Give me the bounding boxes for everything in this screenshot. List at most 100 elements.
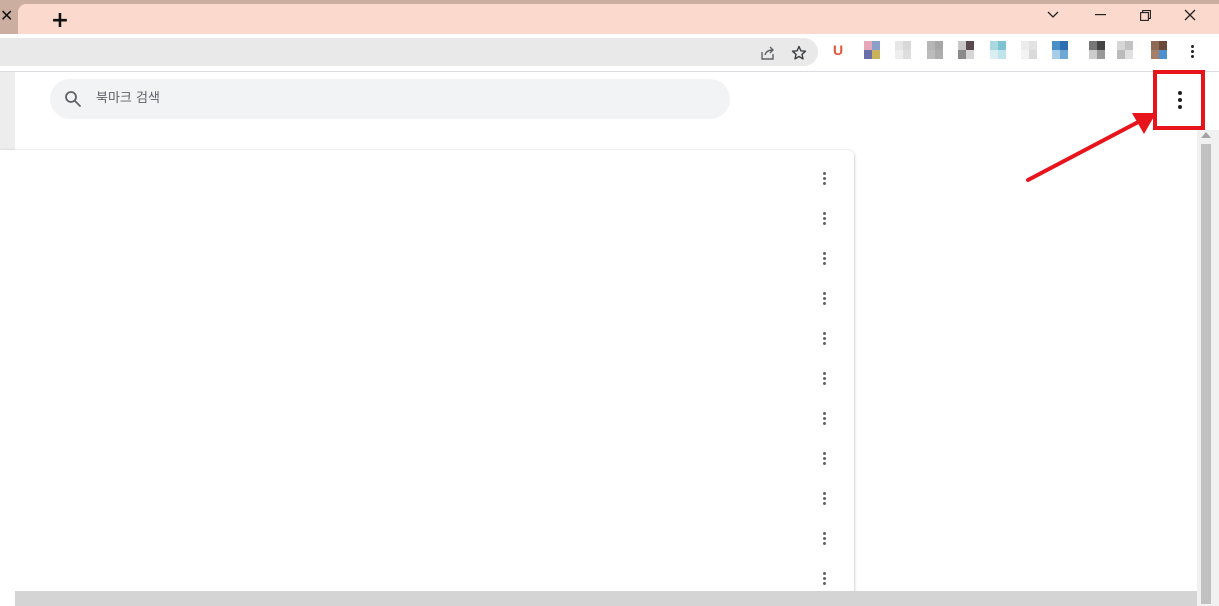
pixel-block [1125,50,1133,59]
horizontal-scroll-track [15,591,1197,606]
item-menu-button[interactable] [808,246,840,270]
item-menu-button[interactable] [808,206,840,230]
list-item[interactable] [0,358,854,398]
menu-dot-icon [822,296,826,300]
menu-dot-icon [822,301,826,305]
ext-7-icon[interactable] [1052,41,1068,59]
menu-dot-icon [822,211,826,215]
scroll-up-icon[interactable] [1201,132,1211,138]
close-icon [1184,9,1196,21]
menu-dot-icon [822,376,826,380]
tab-close-icon[interactable]: ✕ [0,5,16,27]
new-tab-button[interactable]: + [48,8,72,34]
pixel-block [1021,50,1029,59]
pixel-block [1089,41,1097,50]
list-item[interactable] [0,158,854,198]
pixel-block [1060,50,1068,59]
list-item[interactable] [0,478,854,518]
pixel-block [935,50,943,59]
menu-dot-icon [822,541,826,545]
menu-dot-icon [822,456,826,460]
pixel-block [935,41,943,50]
menu-dot-icon [822,411,826,415]
menu-dot-icon [822,371,826,375]
pixel-block [864,41,872,50]
item-menu-button[interactable] [808,166,840,190]
restore-button[interactable] [1122,2,1168,28]
ext-10-icon[interactable] [1151,41,1167,59]
menu-dot-icon [822,251,826,255]
ext-5-icon[interactable] [990,41,1006,59]
bookmark-star-icon[interactable] [790,44,808,62]
menu-dot-icon [822,256,826,260]
item-menu-button[interactable] [808,366,840,390]
pixel-block [1052,41,1060,50]
tab-search-button[interactable] [1030,2,1076,28]
menu-dot-icon [822,331,826,335]
pixel-block [927,41,935,50]
pixel-block [895,41,903,50]
bookmarks-page: 북마크 검색 [0,70,1219,606]
list-item[interactable] [0,238,854,278]
close-window-button[interactable] [1167,2,1213,28]
ext-6-icon[interactable] [1021,41,1037,59]
pixel-block [903,41,911,50]
ext-u-icon[interactable]: U [833,41,849,59]
pixel-block [1117,41,1125,50]
menu-dot-icon [822,381,826,385]
pixel-block [1097,41,1105,50]
item-menu-button[interactable] [808,526,840,550]
item-menu-button[interactable] [808,566,840,590]
list-item[interactable] [0,318,854,358]
menu-dot-icon [822,216,826,220]
chevron-down-icon [1047,11,1059,18]
menu-dot-icon [822,181,826,185]
menu-dot-icon [822,291,826,295]
menu-dot-icon [822,491,826,495]
pixel-block [990,50,998,59]
menu-dot-icon [822,416,826,420]
pixel-block [872,41,880,50]
item-menu-button[interactable] [808,486,840,510]
ext-1-icon[interactable] [864,41,880,59]
menu-dot-icon [822,176,826,180]
pixel-block [1029,41,1037,50]
pixel-block [1021,41,1029,50]
item-menu-button[interactable] [808,326,840,350]
vertical-scrollbar[interactable] [1197,130,1219,606]
menu-dot-icon [822,501,826,505]
share-icon[interactable] [759,44,777,62]
pixel-block [966,50,974,59]
list-item[interactable] [0,398,854,438]
ext-2-icon[interactable] [895,41,911,59]
pixel-block [872,50,880,59]
address-bar[interactable] [0,38,818,66]
pixel-block [927,50,935,59]
menu-dot-icon [822,421,826,425]
list-item[interactable] [0,198,854,238]
ext-4-icon[interactable] [958,41,974,59]
bookmark-search-bar[interactable]: 북마크 검색 [50,79,730,119]
ext-3-icon[interactable] [927,41,943,59]
item-menu-button[interactable] [808,286,840,310]
menu-dot-icon [822,461,826,465]
menu-dot-icon [822,171,826,175]
minimize-button[interactable] [1077,2,1123,28]
menu-dot-icon [1190,54,1194,58]
ext-8-icon[interactable] [1089,41,1105,59]
list-item[interactable] [0,518,854,558]
ext-9-icon[interactable] [1117,41,1133,59]
pixel-block [864,50,872,59]
pixel-block [966,41,974,50]
pixel-block [903,50,911,59]
search-icon [65,91,81,107]
search-placeholder: 북마크 검색 [96,91,160,106]
list-item[interactable] [0,438,854,478]
scroll-thumb[interactable] [1201,144,1211,604]
item-menu-button[interactable] [808,446,840,470]
pixel-block [1117,50,1125,59]
list-item[interactable] [0,278,854,318]
browser-menu-button[interactable] [1184,42,1200,60]
menu-dot-icon [822,536,826,540]
item-menu-button[interactable] [808,406,840,430]
